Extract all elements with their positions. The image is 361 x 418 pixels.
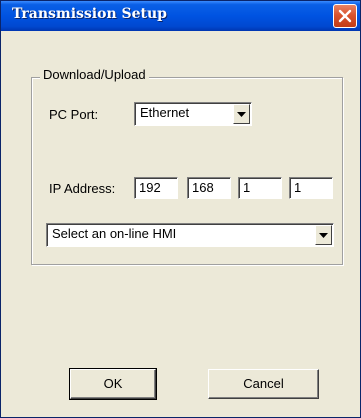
close-button[interactable] xyxy=(333,4,357,28)
ip-octet-3-field[interactable]: 1 xyxy=(238,177,282,199)
window-title: Transmission Setup xyxy=(12,6,167,22)
pc-port-label: PC Port: xyxy=(49,107,99,122)
chevron-down-icon xyxy=(319,233,328,238)
close-icon xyxy=(338,9,352,23)
hmi-select[interactable]: Select an on-line HMI xyxy=(46,223,334,247)
pc-port-dropdown-button[interactable] xyxy=(233,104,250,124)
ok-button[interactable]: OK xyxy=(69,368,157,400)
chevron-down-icon xyxy=(237,112,246,117)
ip-address-label: IP Address: xyxy=(49,181,116,196)
pc-port-select[interactable]: Ethernet xyxy=(134,102,252,126)
ip-octet-2-field[interactable]: 168 xyxy=(187,177,231,199)
hmi-select-value: Select an on-line HMI xyxy=(52,226,177,241)
pc-port-value: Ethernet xyxy=(140,105,190,120)
group-label: Download/Upload xyxy=(40,67,149,82)
cancel-button[interactable]: Cancel xyxy=(208,369,319,399)
hmi-dropdown-button[interactable] xyxy=(315,225,332,245)
transmission-setup-dialog: Transmission Setup Download/Upload PC Po… xyxy=(0,0,361,418)
ip-octet-4-field[interactable]: 1 xyxy=(289,177,333,199)
ip-octet-1-field[interactable]: 192 xyxy=(134,177,178,199)
title-bar[interactable]: Transmission Setup xyxy=(1,1,360,31)
